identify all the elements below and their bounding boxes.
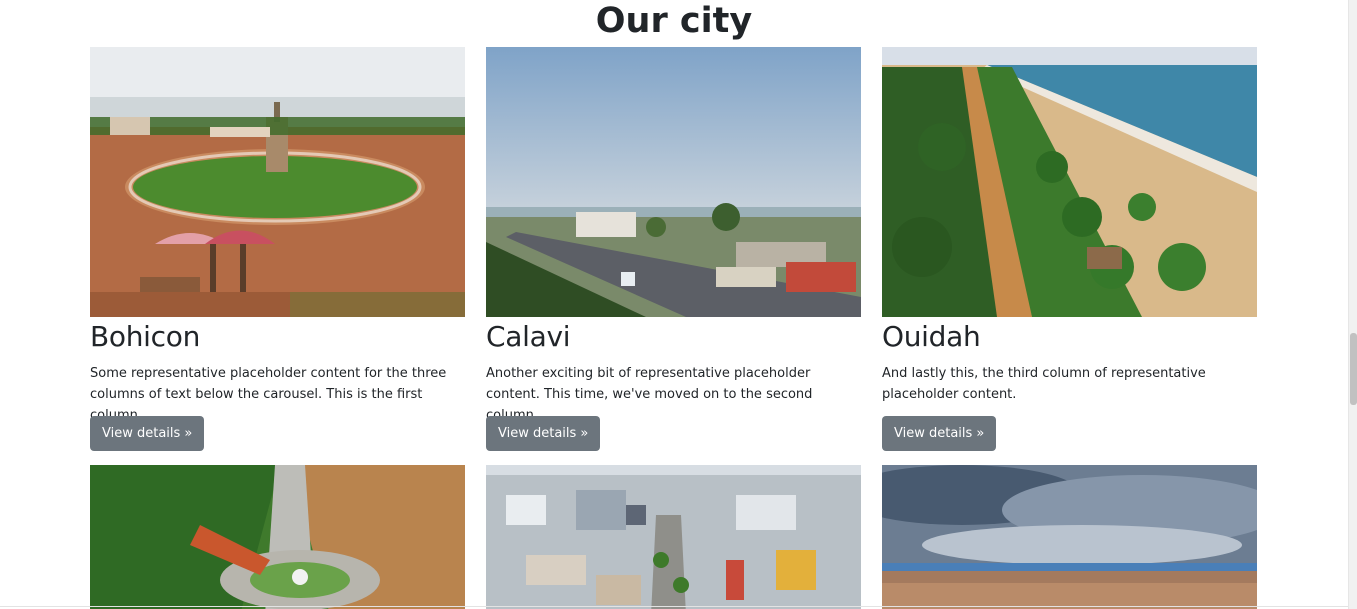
page-title: Our city [595, 1, 753, 41]
city-description: And lastly this, the third column of rep… [882, 366, 1206, 402]
city-name: Calavi [486, 320, 571, 353]
city-card-ouidah: Ouidah And lastly this, the third column… [882, 47, 1257, 451]
view-details-button-calavi[interactable]: View details » [486, 416, 601, 451]
city-photo-ouidah [882, 47, 1257, 317]
city-photo-bohicon [90, 47, 465, 317]
city-photo-calavi [486, 47, 861, 317]
view-details-button-ouidah[interactable]: View details » [882, 416, 997, 451]
scrollbar-thumb[interactable] [1350, 333, 1357, 405]
city-card-calavi: Calavi Another exciting bit of represent… [486, 47, 861, 451]
city-name: Bohicon [90, 320, 201, 353]
vertical-scrollbar[interactable] [1348, 0, 1357, 609]
divider [0, 606, 1348, 607]
city-name: Ouidah [882, 320, 981, 353]
city-card-bohicon: Bohicon Some representative placeholder … [90, 47, 465, 451]
city-photo-aerial-city [486, 465, 861, 609]
city-photo-panorama [882, 465, 1257, 609]
view-details-button-bohicon[interactable]: View details » [90, 416, 205, 451]
city-photo-aerial-roundabout [90, 465, 465, 609]
